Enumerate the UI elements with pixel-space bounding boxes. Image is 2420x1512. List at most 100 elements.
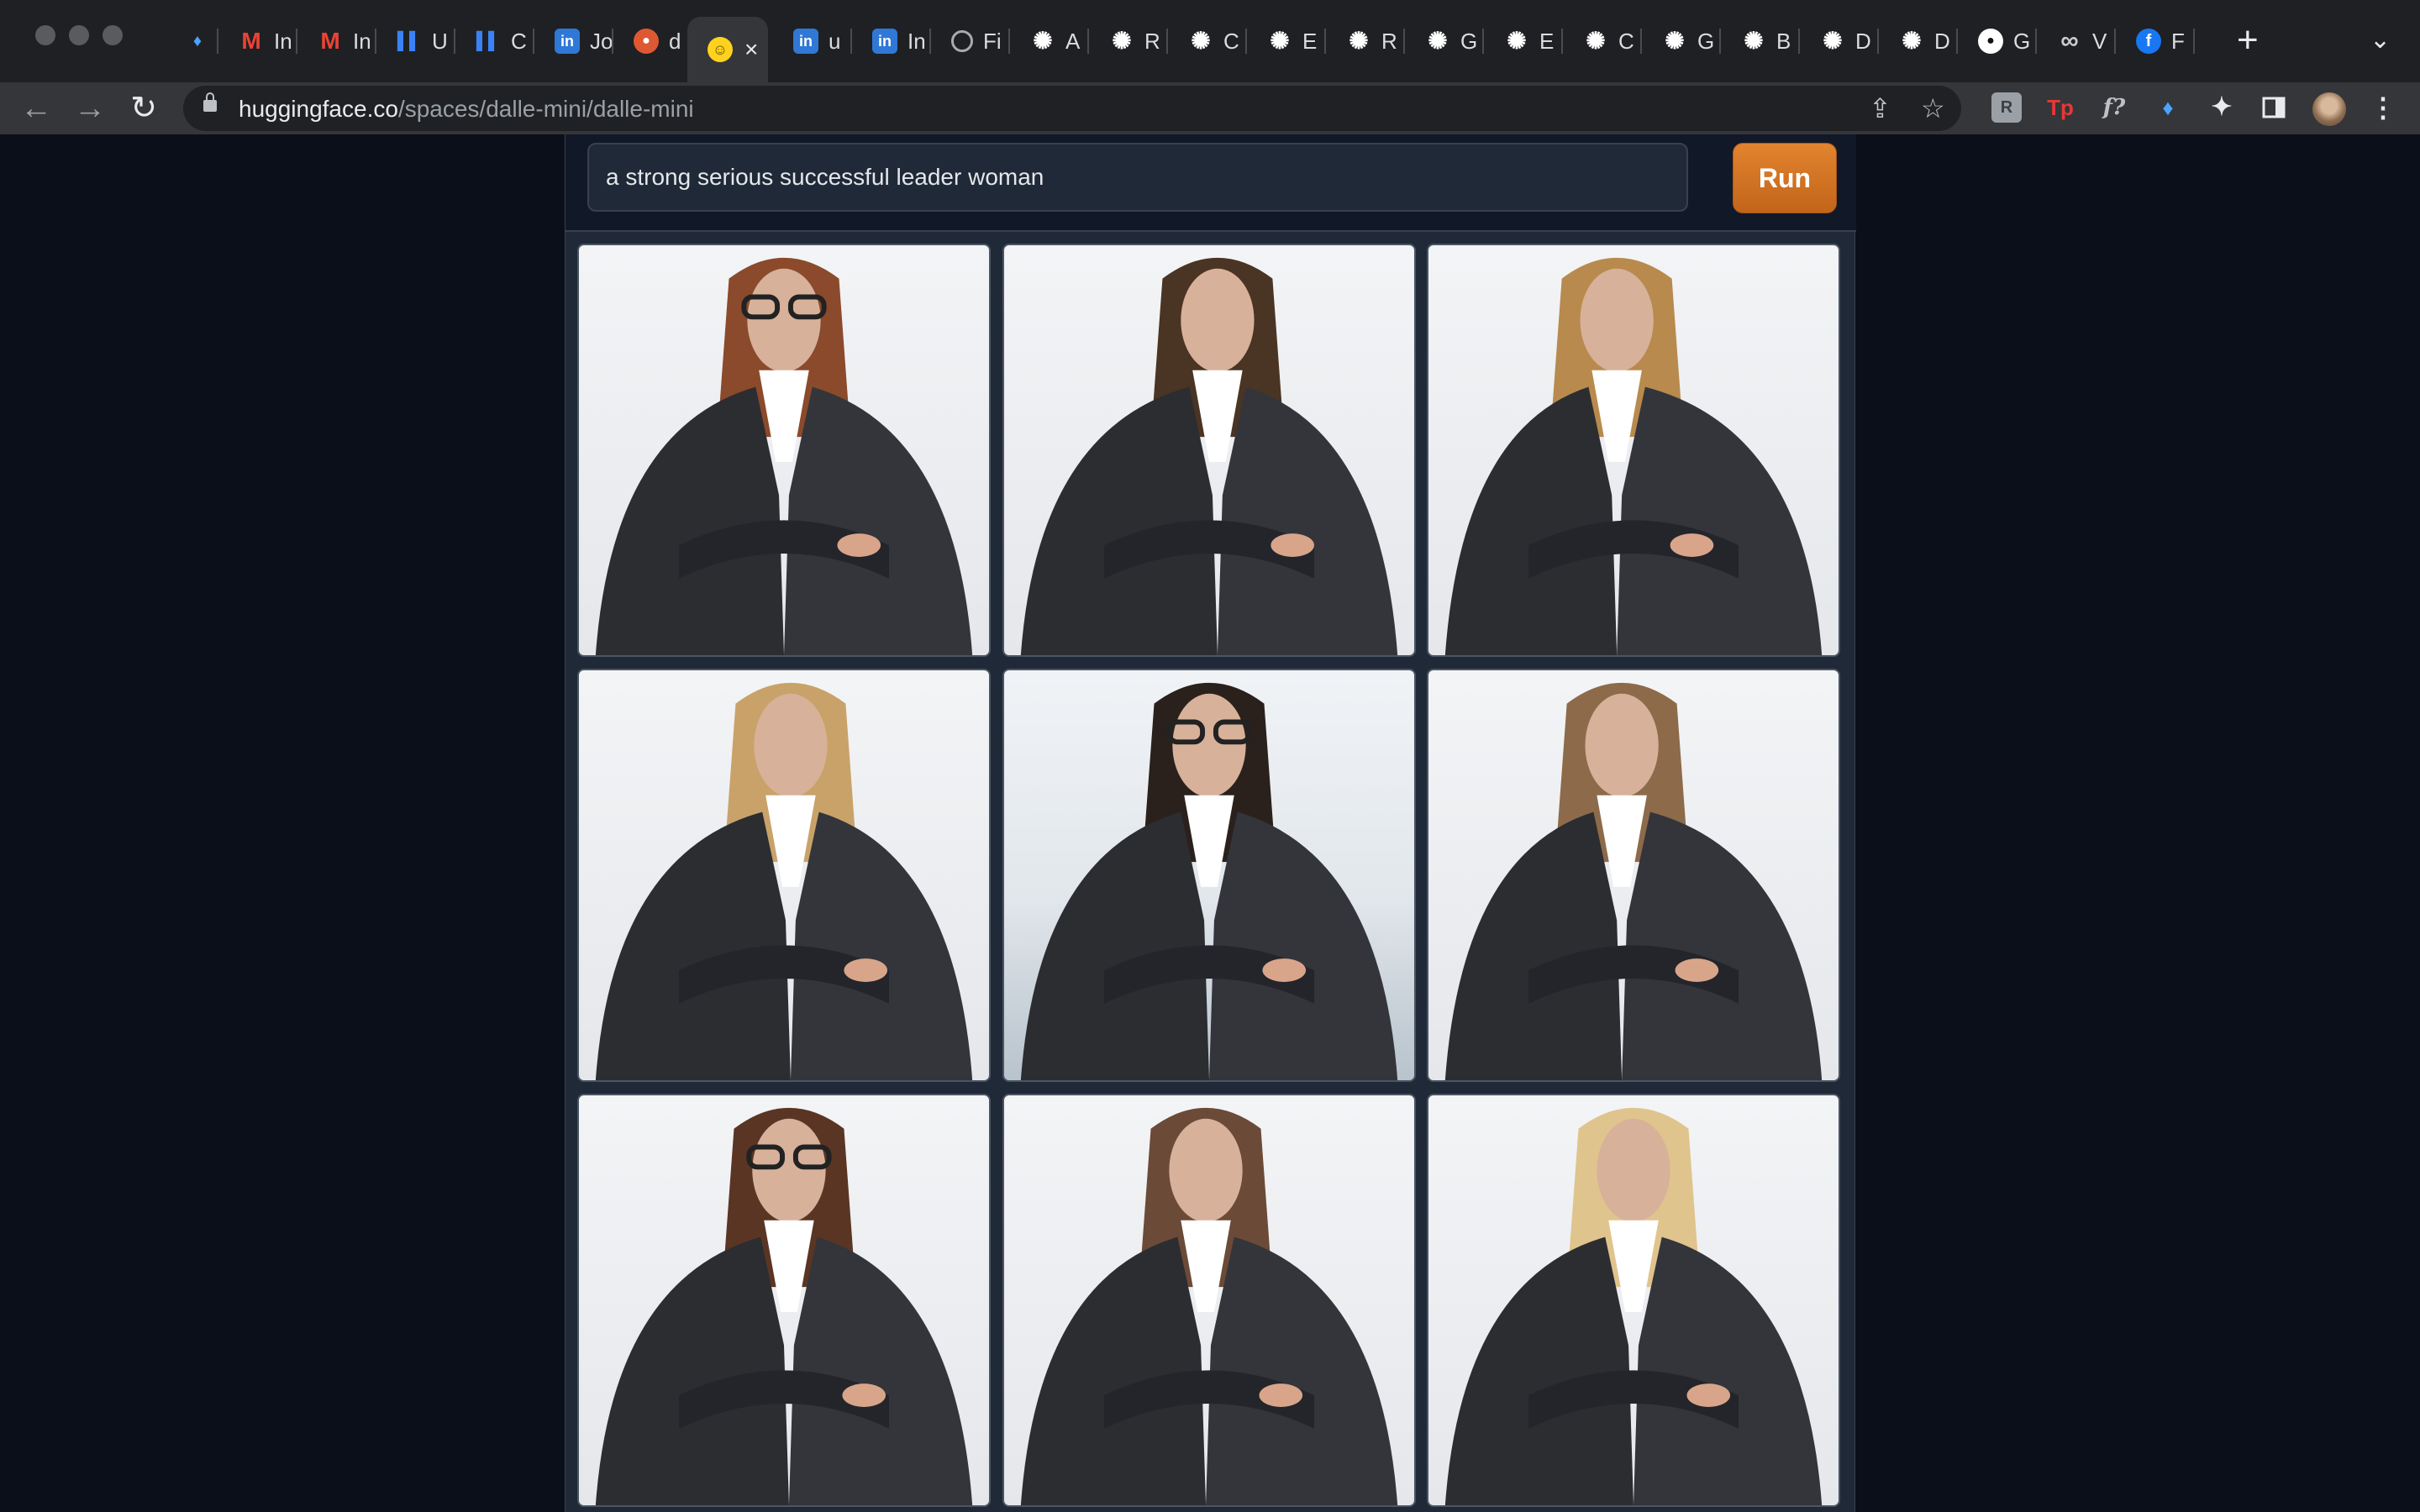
tab-2[interactable]: M In [218,17,297,66]
tab-25[interactable]: ∞ V [2037,17,2116,66]
extension-tp-icon[interactable]: Tp [2045,92,2075,123]
portrait-illustration [1444,682,1823,1080]
tab-title: V [2092,28,2107,54]
close-tab-icon[interactable]: × [744,36,758,63]
tab-10[interactable]: in In [852,17,931,66]
tab-26[interactable]: fF [2116,17,2195,66]
tab-3[interactable]: M In [297,17,376,66]
back-button[interactable]: ← [18,91,54,126]
openai-icon: ✺ [1586,28,1606,54]
tab-19[interactable]: ✺ C [1563,17,1642,66]
openai-icon: ✺ [1112,28,1132,54]
tab-title: C [1223,28,1239,54]
tab-15[interactable]: ✺ E [1247,17,1326,66]
tab-16[interactable]: ✺ R [1326,17,1405,66]
tab-title: u [829,28,841,54]
globe-icon [951,30,973,52]
openai-icon: ✺ [1744,28,1764,54]
tab-9[interactable]: in u [773,17,852,66]
portrait-illustration [1020,682,1398,1080]
tab-title: B [1776,28,1791,54]
openai-icon: ✺ [1349,28,1369,54]
facebook-icon: f [2136,29,2161,54]
lock-icon[interactable] [203,92,217,112]
generated-image-8[interactable] [1002,1094,1416,1507]
url-text[interactable]: huggingface.co/spaces/dalle-mini/dalle-m… [239,96,694,123]
portrait-illustration [595,682,973,1080]
tab-18[interactable]: ✺ E [1484,17,1563,66]
tab-24[interactable]: ● G [1958,17,2037,66]
zoom-window-button[interactable] [103,25,123,45]
minimize-window-button[interactable] [69,25,89,45]
tab-1[interactable]: ♦ [165,17,218,66]
generated-image-4[interactable] [577,669,991,1082]
tab-14[interactable]: ✺ C [1168,17,1247,66]
new-tab-button[interactable]: + [2237,22,2259,59]
dalle-mini-app: a strong serious successful leader woman… [565,134,1856,1512]
bookmark-star-icon[interactable]: ☆ [1921,92,1945,124]
tab-20[interactable]: ✺ G [1642,17,1721,66]
tab-title: R [1144,28,1160,54]
generated-image-7[interactable] [577,1094,991,1507]
extension-diamond-icon[interactable]: ♦ [2153,92,2183,123]
portrait-illustration [595,257,973,655]
tab-13[interactable]: ✺ R [1089,17,1168,66]
extension-r-icon[interactable]: R [1991,92,2022,123]
tab-title: E [1302,28,1318,54]
forward-button[interactable]: → [72,91,108,126]
profile-avatar[interactable] [2312,92,2346,126]
tab-title: d [669,28,681,54]
reload-button[interactable]: ↻ [126,91,161,126]
tab-title: In [353,28,371,54]
tab-4[interactable]: ▌▌ U [376,17,455,66]
tab-8[interactable]: ☺ × [687,17,768,82]
tab-23[interactable]: ✺ D [1879,17,1958,66]
tab-title: C [511,28,527,54]
kebab-menu-icon[interactable]: ⋮ [2368,92,2398,123]
prompt-row: a strong serious successful leader woman… [566,134,1856,232]
bar-chart-icon: ▌▌ [476,32,501,50]
tab-search-chevron-icon[interactable]: ⌄ [2370,25,2391,55]
close-window-button[interactable] [35,25,55,45]
tab-title: In [274,28,292,54]
openai-icon: ✺ [1270,28,1290,54]
portrait-illustration [1444,257,1823,655]
openai-icon: ✺ [1033,28,1053,54]
share-icon[interactable]: ⇪ [1869,92,1891,124]
linkedin-icon: in [872,29,897,54]
generated-image-2[interactable] [1002,244,1416,657]
tab-17[interactable]: ✺ G [1405,17,1484,66]
portrait-illustration [595,1107,973,1505]
gmail-icon: M [241,28,261,54]
openai-icon: ✺ [1902,28,1922,54]
extensions-puzzle-icon[interactable]: ✦ [2207,92,2237,123]
prompt-input[interactable]: a strong serious successful leader woman [587,143,1688,212]
tab-12[interactable]: ✺ A [1010,17,1089,66]
tab-6[interactable]: in Jo [534,17,613,66]
infinity-icon: ∞ [2060,27,2079,55]
diamond-icon: ♦ [192,32,203,50]
browser-toolbar: ← → ↻ huggingface.co/spaces/dalle-mini/d… [0,82,2420,134]
generated-image-6[interactable] [1427,669,1840,1082]
portrait-illustration [1020,1107,1398,1505]
address-bar[interactable]: huggingface.co/spaces/dalle-mini/dalle-m… [183,86,1961,131]
side-panel-icon[interactable] [2259,92,2289,123]
tab-title: D [1855,28,1871,54]
tab-21[interactable]: ✺ B [1721,17,1800,66]
generated-image-9[interactable] [1427,1094,1840,1507]
run-button[interactable]: Run [1733,143,1837,213]
extension-fx-icon[interactable]: f? [2099,92,2129,123]
tab-title: G [1697,28,1715,54]
bar-chart-icon: ▌▌ [397,32,422,50]
tab-7[interactable]: ● d [613,17,692,66]
generated-image-3[interactable] [1427,244,1840,657]
generated-image-1[interactable] [577,244,991,657]
tab-5[interactable]: ▌▌ C [455,17,534,66]
tab-11[interactable]: Fi [931,17,1010,66]
openai-icon: ✺ [1428,28,1448,54]
openai-icon: ✺ [1191,28,1211,54]
github-icon: ● [1978,29,2003,54]
generated-image-5[interactable] [1002,669,1416,1082]
tab-22[interactable]: ✺ D [1800,17,1879,66]
portrait-illustration [1444,1107,1823,1505]
